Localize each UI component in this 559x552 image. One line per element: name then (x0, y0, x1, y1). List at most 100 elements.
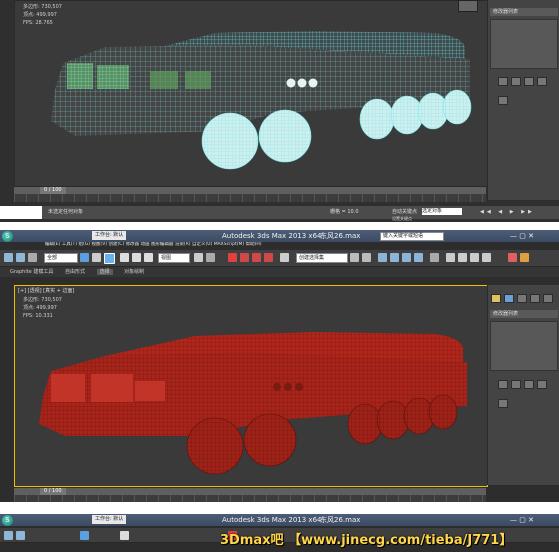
menu-item[interactable]: 自定义(U) (192, 242, 212, 247)
create-tab-icon[interactable] (491, 294, 501, 303)
motion-tab-icon[interactable] (530, 294, 540, 303)
snaps-toggle-icon[interactable] (228, 253, 237, 262)
remove-modifier-icon[interactable] (537, 77, 547, 86)
menu-item[interactable]: 动画 (141, 242, 150, 247)
select-and-move-icon[interactable] (120, 253, 129, 262)
window-controls[interactable]: — ▢ ✕ (510, 514, 534, 526)
modifier-stack[interactable] (490, 19, 558, 69)
material-editor-icon[interactable] (430, 253, 439, 262)
time-slider[interactable]: 0 / 100 (14, 187, 486, 194)
workspace-selector[interactable]: 工作台: 默认 (92, 515, 127, 524)
configure-sets-icon[interactable] (498, 399, 508, 408)
align-icon[interactable] (362, 253, 371, 262)
plugin-icon[interactable] (508, 253, 517, 262)
select-object-icon[interactable] (80, 531, 89, 540)
selection-filter-dropdown[interactable]: 全部 (44, 253, 78, 263)
menu-item[interactable]: 组(G) (79, 242, 91, 247)
red-truck-model (39, 332, 467, 475)
pin-stack-icon[interactable] (498, 380, 508, 389)
ribbon-tab-active[interactable]: 选择 (96, 269, 113, 275)
make-unique-icon[interactable] (524, 380, 534, 389)
track-bar[interactable] (14, 194, 486, 202)
mirror-icon[interactable] (350, 253, 359, 262)
workspace-selector[interactable]: 工作台: 默认 (92, 231, 127, 240)
app-logo-icon[interactable]: S (2, 515, 13, 526)
pin-stack-icon[interactable] (498, 77, 508, 86)
modifier-list-dropdown[interactable]: 修改器列表 (490, 8, 558, 16)
app-title: Autodesk 3ds Max 2013 x64 (222, 232, 322, 240)
app-title: Autodesk 3ds Max 2013 x64 (222, 516, 322, 524)
hierarchy-tab-icon[interactable] (517, 294, 527, 303)
plugin2-icon[interactable] (520, 253, 529, 262)
stack-buttons (498, 374, 559, 412)
max-script-mini-listener[interactable] (0, 206, 42, 219)
playback-controls[interactable]: ◀◀ ◀ ▶ ▶▶ (480, 208, 535, 217)
reference-coordinate-dropdown[interactable]: 视图 (158, 253, 190, 263)
redo-icon[interactable] (16, 253, 25, 262)
edit-named-selection-icon[interactable] (280, 253, 289, 262)
render-iterative-icon[interactable] (482, 253, 491, 262)
curve-editor-icon[interactable] (402, 253, 411, 262)
time-slider-frame: 0 / 100 (40, 187, 66, 194)
undo-icon[interactable] (4, 253, 13, 262)
menu-item[interactable]: 视图(V) (91, 242, 107, 247)
panel-wireframe: 多边形: 730,507 顶点: 499,997 FPS: 28.765 修改器… (0, 0, 559, 222)
layer-manager-icon[interactable] (378, 253, 387, 262)
command-panel: 修改器列表 (487, 0, 559, 200)
app-logo-icon[interactable]: S (2, 231, 13, 242)
search-field[interactable]: 键入关键字或短语 (380, 232, 444, 241)
make-unique-icon[interactable] (524, 77, 534, 86)
menu-item[interactable]: 帮助(H) (246, 242, 262, 247)
rendered-frame-icon[interactable] (458, 253, 467, 262)
menu-item[interactable]: MAXScript(M) (214, 242, 245, 247)
time-slider[interactable]: 0 / 100 (14, 488, 486, 495)
render-setup-icon[interactable] (446, 253, 455, 262)
menu-item[interactable]: 创建(C) (108, 242, 124, 247)
show-end-result-icon[interactable] (511, 77, 521, 86)
viewport-wireframe[interactable]: 多边形: 730,507 顶点: 499,997 FPS: 28.765 (14, 0, 488, 187)
keyboard-shortcut-icon[interactable] (206, 253, 215, 262)
select-and-scale-icon[interactable] (144, 253, 153, 262)
window-controls[interactable]: — ▢ ✕ (510, 230, 534, 242)
rectangle-selection-icon[interactable] (104, 253, 115, 264)
render-production-icon[interactable] (470, 253, 479, 262)
ribbon-tab[interactable]: 对象绘制 (124, 269, 144, 275)
pivot-icon[interactable] (194, 253, 203, 262)
main-toolbar: 全部 视图 创建选择集 (0, 250, 559, 267)
modify-tab-icon[interactable] (504, 294, 514, 303)
select-link-icon[interactable] (28, 253, 37, 262)
remove-modifier-icon[interactable] (537, 380, 547, 389)
menu-item[interactable]: 图形编辑器 (151, 242, 174, 247)
modifier-list-dropdown[interactable]: 修改器列表 (490, 310, 558, 318)
selection-set-field[interactable]: 选定对象 (422, 208, 462, 215)
command-panel: 修改器列表 (487, 285, 559, 485)
display-tab-icon[interactable] (543, 294, 553, 303)
viewport-shaded[interactable]: [+] [透视] [真实 + 边面] 多边形: 730,507 顶点: 499,… (14, 285, 488, 487)
graphite-toggle-icon[interactable] (390, 253, 399, 262)
menu-item[interactable]: 工具(T) (62, 242, 77, 247)
select-and-move-icon[interactable] (120, 531, 129, 540)
ribbon-tab[interactable]: 自由形式 (65, 269, 85, 275)
menu-item[interactable]: 渲染(R) (175, 242, 191, 247)
named-selection-dropdown[interactable]: 创建选择集 (296, 253, 348, 263)
spinner-snap-icon[interactable] (264, 253, 273, 262)
select-and-rotate-icon[interactable] (132, 253, 141, 262)
file-name: 东风26.max (320, 516, 361, 524)
menu-item[interactable]: 编辑(E) (45, 242, 60, 247)
track-bar[interactable] (14, 495, 486, 502)
percent-snap-icon[interactable] (252, 253, 261, 262)
modifier-stack[interactable] (490, 321, 558, 371)
ribbon-tab[interactable]: Graphite 建模工具 (10, 269, 53, 275)
redo-icon[interactable] (16, 531, 25, 540)
select-object-icon[interactable] (80, 253, 89, 262)
show-end-result-icon[interactable] (511, 380, 521, 389)
schematic-view-icon[interactable] (414, 253, 423, 262)
set-key-button[interactable]: 设置关键点 (392, 214, 412, 222)
file-name: 东风26.max (320, 232, 361, 240)
select-by-name-icon[interactable] (92, 253, 101, 262)
configure-sets-icon[interactable] (498, 96, 508, 105)
undo-icon[interactable] (4, 531, 13, 540)
title-bar: S 工作台: 默认 Autodesk 3ds Max 2013 x64 东风26… (0, 514, 559, 526)
menu-item[interactable]: 修改器 (126, 242, 140, 247)
angle-snap-icon[interactable] (240, 253, 249, 262)
